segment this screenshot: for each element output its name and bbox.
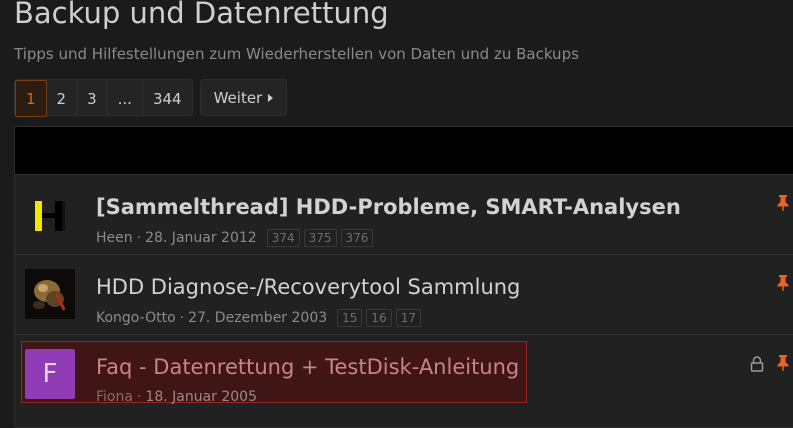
pin-icon xyxy=(777,355,789,371)
page-link-2[interactable]: 2 xyxy=(47,80,78,117)
page-link-1[interactable]: 1 xyxy=(15,80,47,117)
thread-author[interactable]: Heen xyxy=(96,230,133,246)
thread-page-links: 374 375 376 xyxy=(266,229,378,247)
thread-row: HDD Diagnose-/Recoverytool Sammlung Kong… xyxy=(15,255,793,335)
next-page-button[interactable]: Weiter xyxy=(199,79,288,116)
meta-separator: · xyxy=(179,310,185,326)
page-link-3[interactable]: 3 xyxy=(77,80,108,117)
thread-title[interactable]: HDD Diagnose-/Recoverytool Sammlung xyxy=(96,275,520,299)
avatar[interactable]: F xyxy=(25,349,75,399)
avatar-letter: F xyxy=(42,359,58,389)
lock-icon xyxy=(750,356,764,372)
thread-meta: Fiona · 18. Januar 2005 xyxy=(96,389,257,405)
thread-list-header xyxy=(15,127,793,175)
pagination: 1 2 3 ... 344 Weiter xyxy=(14,79,288,117)
meta-separator: · xyxy=(136,389,142,405)
thread-title[interactable]: [Sammelthread] HDD-Probleme, SMART-Analy… xyxy=(96,195,681,219)
avatar[interactable] xyxy=(25,269,75,319)
thread-page-link[interactable]: 375 xyxy=(303,229,337,247)
thread-page-link[interactable]: 376 xyxy=(340,229,374,247)
thread-list: [Sammelthread] HDD-Probleme, SMART-Analy… xyxy=(14,126,793,428)
thread-page-link[interactable]: 16 xyxy=(366,309,392,327)
thread-author[interactable]: Kongo-Otto xyxy=(96,310,176,326)
thread-date[interactable]: 18. Januar 2005 xyxy=(145,389,257,405)
page-links: 1 2 3 ... 344 xyxy=(14,79,193,117)
page-title: Backup und Datenrettung xyxy=(14,0,389,30)
page-subtitle: Tipps und Hilfestellungen zum Wiederhers… xyxy=(14,45,579,63)
meta-separator: · xyxy=(136,230,142,246)
thread-title[interactable]: Faq - Datenrettung + TestDisk-Anleitung xyxy=(96,355,519,379)
thread-page-link[interactable]: 17 xyxy=(395,309,421,327)
avatar[interactable] xyxy=(25,189,75,239)
page-jump-ellipsis[interactable]: ... xyxy=(108,80,143,117)
thread-meta: Kongo-Otto · 27. Dezember 2003 15 16 17 xyxy=(96,309,425,327)
pin-icon xyxy=(777,275,789,291)
thread-meta: Heen · 28. Januar 2012 374 375 376 xyxy=(96,229,377,247)
pin-icon xyxy=(777,195,789,211)
thread-page-link[interactable]: 374 xyxy=(266,229,300,247)
thread-page-links: 15 16 17 xyxy=(337,309,425,327)
thread-page-link[interactable]: 15 xyxy=(337,309,363,327)
thread-date[interactable]: 27. Dezember 2003 xyxy=(188,310,327,326)
next-page-label: Weiter xyxy=(213,88,263,107)
page-link-last[interactable]: 344 xyxy=(143,80,192,117)
thread-row: F Faq - Datenrettung + TestDisk-Anleitun… xyxy=(15,335,793,415)
thread-date[interactable]: 28. Januar 2012 xyxy=(145,230,257,246)
thread-row: [Sammelthread] HDD-Probleme, SMART-Analy… xyxy=(15,175,793,255)
thread-author[interactable]: Fiona xyxy=(96,389,133,405)
caret-right-icon xyxy=(268,93,274,102)
